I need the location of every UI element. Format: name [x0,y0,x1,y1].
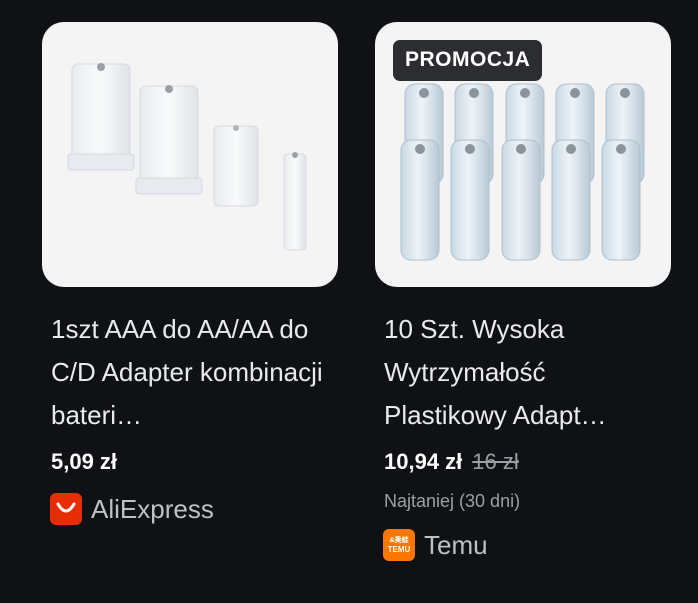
temu-logo-line-1: &奥蛙 [389,536,409,544]
aliexpress-logo-icon [50,493,82,525]
product-title[interactable]: 10 Szt. Wysoka Wytrzymałość Plastikowy A… [384,308,667,437]
merchant[interactable]: &奥蛙 TEMU Temu [383,529,671,561]
battery-adapter [551,139,591,261]
promo-badge: PROMOCJA [393,40,543,81]
merchant-name: AliExpress [91,493,214,524]
old-price: 16 zł [472,449,519,474]
temu-logo-line-2: TEMU [387,544,411,554]
product-title[interactable]: 1szt AAA do AA/AA do C/D Adapter kombina… [51,308,334,437]
product-image[interactable] [42,22,338,287]
temu-logo-icon: &奥蛙 TEMU [383,529,415,561]
battery-adapters-image [67,63,307,251]
price-row: 5,09 zł [51,449,338,475]
merchant-name: Temu [424,529,488,560]
product-image[interactable]: PROMOCJA [375,22,671,287]
lowest-price-note: Najtaniej (30 dni) [384,491,521,511]
battery-adapter [450,139,490,261]
battery-adapter [501,139,541,261]
product-card-1[interactable]: 1szt AAA do AA/AA do C/D Adapter kombina… [42,22,338,525]
price: 5,09 zł [51,449,118,474]
merchant[interactable]: AliExpress [50,493,338,525]
price: 10,94 zł [384,449,463,474]
price-row: 10,94 zł 16 zł [384,449,671,475]
battery-adapter [601,139,641,261]
product-card-2[interactable]: PROMOCJA 10 Szt. Wysoka Wytrzymałość Pla… [375,22,671,561]
battery-adapter [400,139,440,261]
